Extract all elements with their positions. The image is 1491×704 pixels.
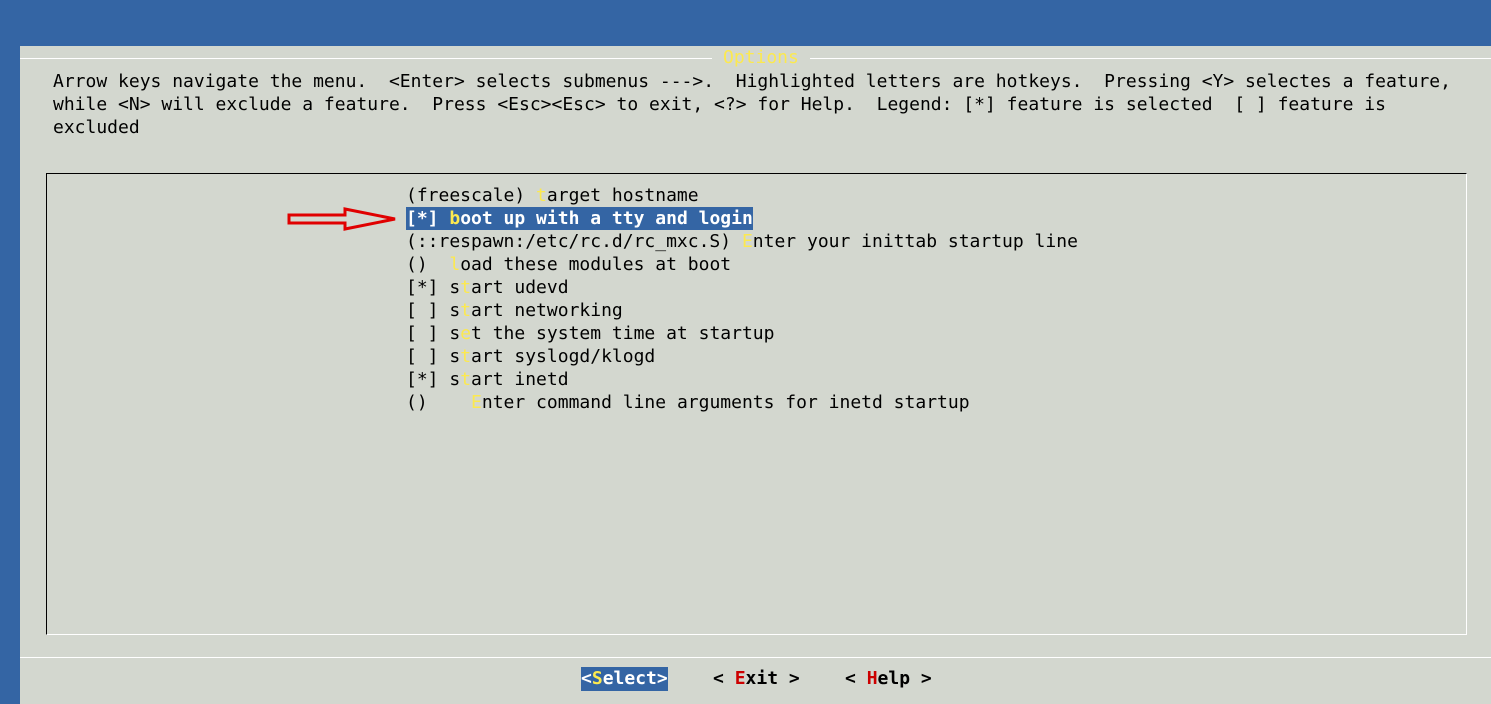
menu-row-start-networking[interactable]: [ ] start networking bbox=[406, 299, 1078, 322]
menu-item-inittab-startup-line[interactable]: (::respawn:/etc/rc.d/rc_mxc.S) Enter you… bbox=[406, 230, 1078, 253]
button-separator bbox=[20, 657, 1491, 658]
button-bar: <Select> < Exit > < Help > bbox=[20, 667, 1491, 691]
menu-row-start-syslogd[interactable]: [ ] start syslogd/klogd bbox=[406, 345, 1078, 368]
menu-row-boot-tty-login[interactable]: [*] boot up with a tty and login bbox=[406, 207, 1078, 230]
menu-item-load-modules[interactable]: () load these modules at boot bbox=[406, 253, 1078, 276]
menu-row-start-inetd[interactable]: [*] start inetd bbox=[406, 368, 1078, 391]
menu-item-start-syslogd[interactable]: [ ] start syslogd/klogd bbox=[406, 345, 1078, 368]
help-line-2: while <N> will exclude a feature. Press … bbox=[53, 94, 1386, 115]
hotkey-letter: e bbox=[460, 323, 472, 344]
menu-item-target-hostname[interactable]: (freescale) target hostname bbox=[406, 184, 1078, 207]
hotkey-letter: t bbox=[460, 346, 472, 367]
hotkey-letter: E bbox=[734, 668, 746, 689]
menu-row-inittab-startup-line[interactable]: (::respawn:/etc/rc.d/rc_mxc.S) Enter you… bbox=[406, 230, 1078, 253]
menu-item-start-networking[interactable]: [ ] start networking bbox=[406, 299, 1078, 322]
hotkey-letter: t bbox=[460, 277, 472, 298]
exit-button[interactable]: < Exit > bbox=[713, 667, 800, 691]
menu-item-inetd-args[interactable]: () Enter command line arguments for inet… bbox=[406, 391, 1078, 414]
red-arrow-icon bbox=[287, 207, 396, 231]
hotkey-letter: t bbox=[460, 300, 472, 321]
menu-list: (freescale) target hostname [*] boot up … bbox=[406, 184, 1078, 414]
select-button[interactable]: <Select> bbox=[581, 667, 668, 691]
hotkey-letter: t bbox=[536, 185, 547, 206]
help-line-1: Arrow keys navigate the menu. <Enter> se… bbox=[53, 71, 1451, 92]
hotkey-letter: t bbox=[460, 369, 472, 390]
hotkey-letter: b bbox=[449, 208, 461, 229]
help-text: Arrow keys navigate the menu. <Enter> se… bbox=[53, 70, 1485, 139]
menu-item-start-udevd[interactable]: [*] start udevd bbox=[406, 276, 1078, 299]
help-button[interactable]: < Help > bbox=[845, 667, 932, 691]
dialog-title: Options bbox=[712, 47, 810, 69]
menu-row-set-system-time[interactable]: [ ] set the system time at startup bbox=[406, 322, 1078, 345]
hotkey-letter: H bbox=[866, 668, 878, 689]
hotkey-letter: E bbox=[741, 231, 753, 252]
hotkey-letter: E bbox=[471, 392, 482, 413]
menu-item-boot-tty-login[interactable]: [*] boot up with a tty and login bbox=[406, 207, 753, 230]
menu-row-start-udevd[interactable]: [*] start udevd bbox=[406, 276, 1078, 299]
menu-row-inetd-args[interactable]: () Enter command line arguments for inet… bbox=[406, 391, 1078, 414]
hotkey-letter: l bbox=[449, 254, 461, 275]
options-dialog: Options Arrow keys navigate the menu. <E… bbox=[20, 46, 1491, 704]
menu-box: (freescale) target hostname [*] boot up … bbox=[46, 173, 1467, 635]
hotkey-letter: S bbox=[591, 668, 603, 689]
help-line-3: excluded bbox=[53, 117, 140, 138]
menu-row-load-modules[interactable]: () load these modules at boot bbox=[406, 253, 1078, 276]
menu-row-target-hostname[interactable]: (freescale) target hostname bbox=[406, 184, 1078, 207]
menu-item-set-system-time[interactable]: [ ] set the system time at startup bbox=[406, 322, 1078, 345]
menu-item-start-inetd[interactable]: [*] start inetd bbox=[406, 368, 1078, 391]
